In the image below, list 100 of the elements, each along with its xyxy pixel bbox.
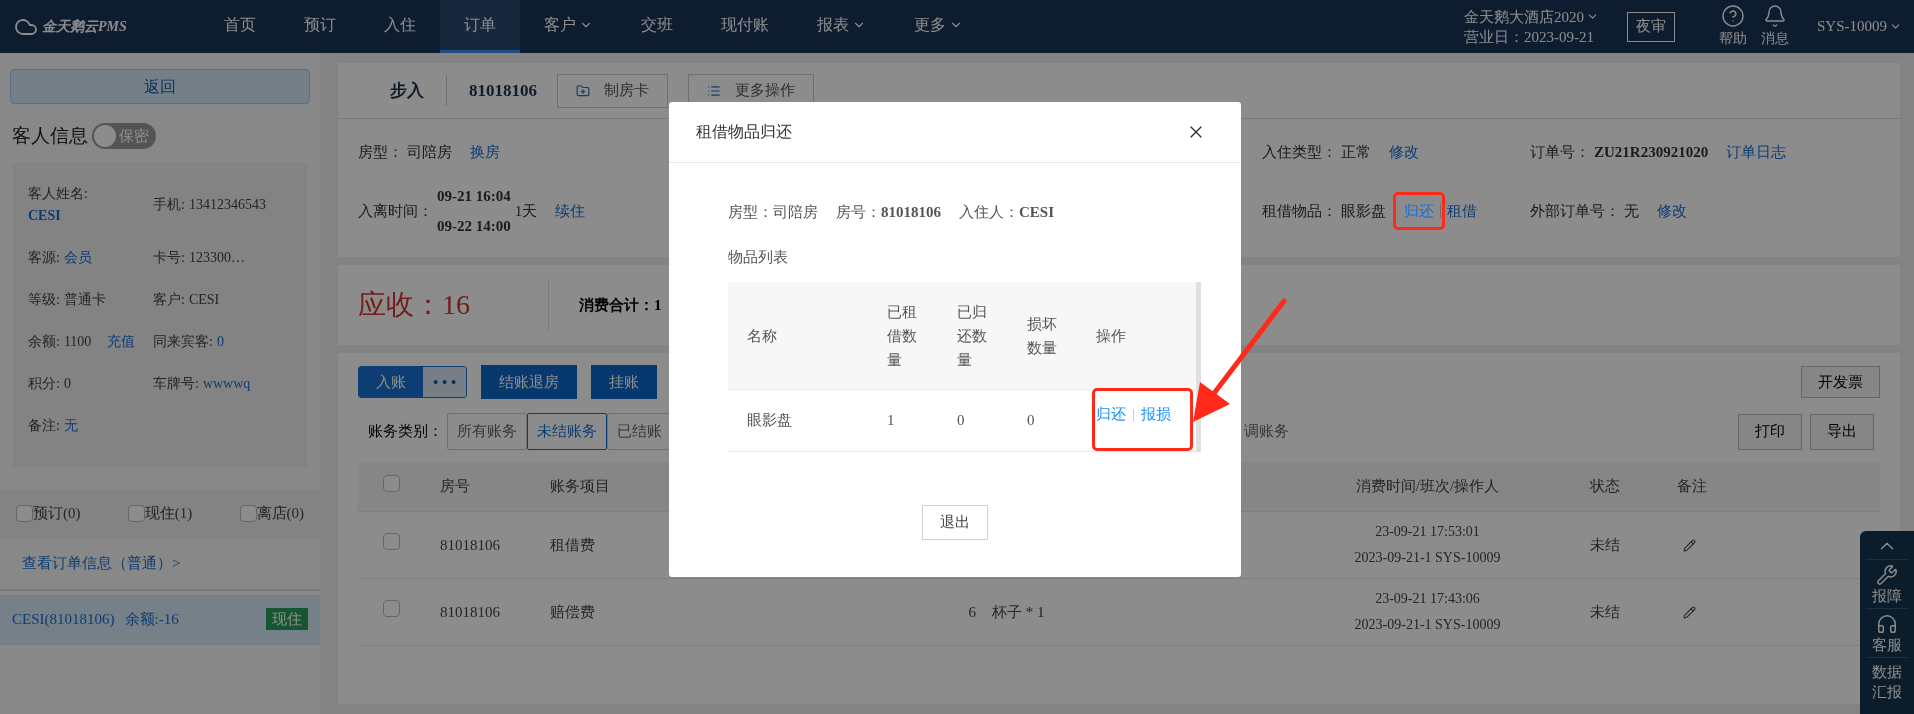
table-cell-text: 23-09-21 17:53:01 2023-09-21-1 SYS-10009 — [1354, 523, 1501, 567]
action-button[interactable]: 结账退房 — [481, 365, 578, 399]
night-audit-button[interactable]: 夜审 — [1627, 11, 1675, 42]
field-value: 0 — [63, 374, 71, 393]
field-label: 客人姓名: — [28, 184, 89, 203]
nav-tab[interactable]: 报表 — [793, 0, 890, 53]
action-link[interactable]: 报损 — [1141, 403, 1171, 426]
invoice-button[interactable]: 开发票 — [1801, 366, 1880, 398]
field-label: 房型： — [358, 142, 403, 162]
dialog-title: 租借物品归还 — [696, 122, 792, 142]
post-charge-button[interactable]: 入账 — [359, 367, 423, 397]
action-button[interactable]: 挂账 — [591, 365, 658, 399]
toolbar-item[interactable]: 数据汇报 — [1866, 657, 1908, 702]
table-cell-text: 赔偿费 — [550, 602, 595, 622]
field-label: 订单号： — [1530, 142, 1590, 162]
filter-tab[interactable]: 未结账务 — [527, 413, 607, 450]
field-value: 1100 — [63, 332, 92, 351]
amount-due: 应收：16 — [358, 288, 471, 322]
filter-tab[interactable]: 所有账务 — [447, 413, 527, 450]
nav-tab[interactable]: 客户 — [520, 0, 617, 53]
checkbox[interactable] — [239, 505, 257, 522]
checkbox-label: 预订(0) — [33, 504, 81, 524]
nav-tab[interactable]: 订单 — [440, 0, 520, 53]
help-button[interactable]: 帮助 — [1719, 4, 1747, 49]
recharge-link[interactable]: 充值 — [107, 330, 136, 353]
field-label: 积分: — [28, 374, 60, 393]
field-value: 普通卡 — [63, 290, 106, 309]
nav-tab[interactable]: 首页 — [200, 0, 280, 53]
total-spent: 消费合计：1 — [579, 295, 662, 315]
nav-tab[interactable]: 入住 — [360, 0, 440, 53]
table-cell-text: 租借费 — [550, 535, 595, 555]
field-value: CESI — [188, 290, 220, 309]
export-button[interactable]: 导出 — [1810, 413, 1874, 450]
help-icon — [1721, 4, 1745, 28]
nav-tab[interactable]: 预订 — [280, 0, 360, 53]
exit-button[interactable]: 退出 — [922, 505, 988, 540]
filter-tab[interactable]: 调账务 — [1242, 413, 1291, 450]
nav-tab[interactable]: 现付账 — [697, 0, 793, 53]
section-title: 客人信息 — [12, 124, 88, 148]
table-cell-text: 23-09-21 17:43:06 2023-09-21-1 SYS-10009 — [1354, 590, 1501, 634]
field-value[interactable]: wwwwq — [202, 372, 251, 395]
field-value: 123300… — [188, 248, 245, 267]
column-header: 房号 — [440, 477, 470, 497]
hotel-selector[interactable]: 金天鹅大酒店2020 — [1464, 6, 1599, 27]
nav-tab[interactable]: 交班 — [617, 0, 697, 53]
field-value: 司陪房 — [407, 143, 452, 162]
checkbox[interactable] — [383, 533, 400, 551]
field-value[interactable]: CESI — [28, 204, 153, 227]
toolbar-item[interactable]: 报障 — [1866, 559, 1908, 606]
column-header: 状态 — [1590, 477, 1620, 497]
guest-row[interactable]: CESI(81018106) 余额:-16 现住 — [0, 594, 320, 645]
checkbox[interactable] — [383, 600, 400, 618]
toolbar-item[interactable]: 客服 — [1866, 608, 1908, 655]
field-value[interactable]: 0 — [216, 330, 224, 353]
stay-length: 1天 — [514, 201, 538, 221]
print-button[interactable]: 打印 — [1738, 413, 1802, 450]
column-header: 账务项目 — [550, 477, 610, 497]
column-header: 已归还数量 — [957, 302, 988, 370]
table-cell-text: 未结 — [1590, 602, 1620, 622]
field-value: 眼影盘 — [1341, 202, 1386, 221]
checkbox[interactable] — [383, 474, 400, 492]
edit-icon[interactable] — [1683, 538, 1696, 552]
action-link[interactable]: 订单日志 — [1726, 140, 1787, 164]
edit-icon[interactable] — [1683, 605, 1696, 619]
table-cell-text: 81018106 — [440, 602, 500, 622]
column-header: 损坏数量 — [1027, 314, 1058, 358]
column-header: 名称 — [746, 326, 778, 346]
guest-name: CESI(81018106) — [12, 609, 115, 629]
table-cell-text: 6 — [968, 602, 977, 622]
action-link[interactable]: 租借 — [1447, 199, 1477, 223]
checkbox[interactable] — [16, 505, 33, 522]
back-button[interactable]: 返回 — [10, 69, 310, 104]
user-menu[interactable]: SYS-10009 — [1817, 15, 1902, 38]
list-icon — [707, 83, 721, 98]
column-header: 已租借数量 — [887, 302, 918, 370]
business-date: 营业日：2023-09-21 — [1464, 27, 1595, 47]
table-cell-text: 0 — [957, 411, 966, 431]
field-value[interactable]: 无 — [63, 414, 78, 437]
field-label: 余额: — [28, 332, 60, 351]
checkbox[interactable] — [127, 505, 145, 522]
action-link[interactable]: 修改 — [1389, 140, 1419, 164]
folder-icon — [576, 83, 590, 98]
status-tag: 现住 — [266, 608, 308, 630]
toolbar-button[interactable]: 制房卡 — [557, 73, 668, 108]
action-link[interactable]: 归还 — [1096, 403, 1126, 426]
table-cell-text: 0 — [1027, 411, 1036, 431]
bell-icon — [1763, 4, 1787, 28]
messages-button[interactable]: 消息 — [1761, 4, 1789, 49]
room-number: 81018106 — [469, 79, 537, 102]
nav-tab[interactable]: 更多 — [890, 0, 987, 53]
action-link[interactable]: 续住 — [555, 199, 586, 223]
action-link[interactable]: 修改 — [1657, 199, 1687, 223]
table-cell-text: 1 — [887, 411, 896, 431]
field-value[interactable]: 会员 — [63, 246, 92, 269]
more-button[interactable]: • • • — [423, 367, 467, 397]
table-cell-text: 81018106 — [440, 535, 500, 555]
action-link[interactable]: 换房 — [470, 140, 500, 164]
field-label: 手机: — [153, 195, 185, 214]
field-label: 等级: — [28, 290, 60, 309]
field-value: 正常 — [1341, 143, 1371, 162]
